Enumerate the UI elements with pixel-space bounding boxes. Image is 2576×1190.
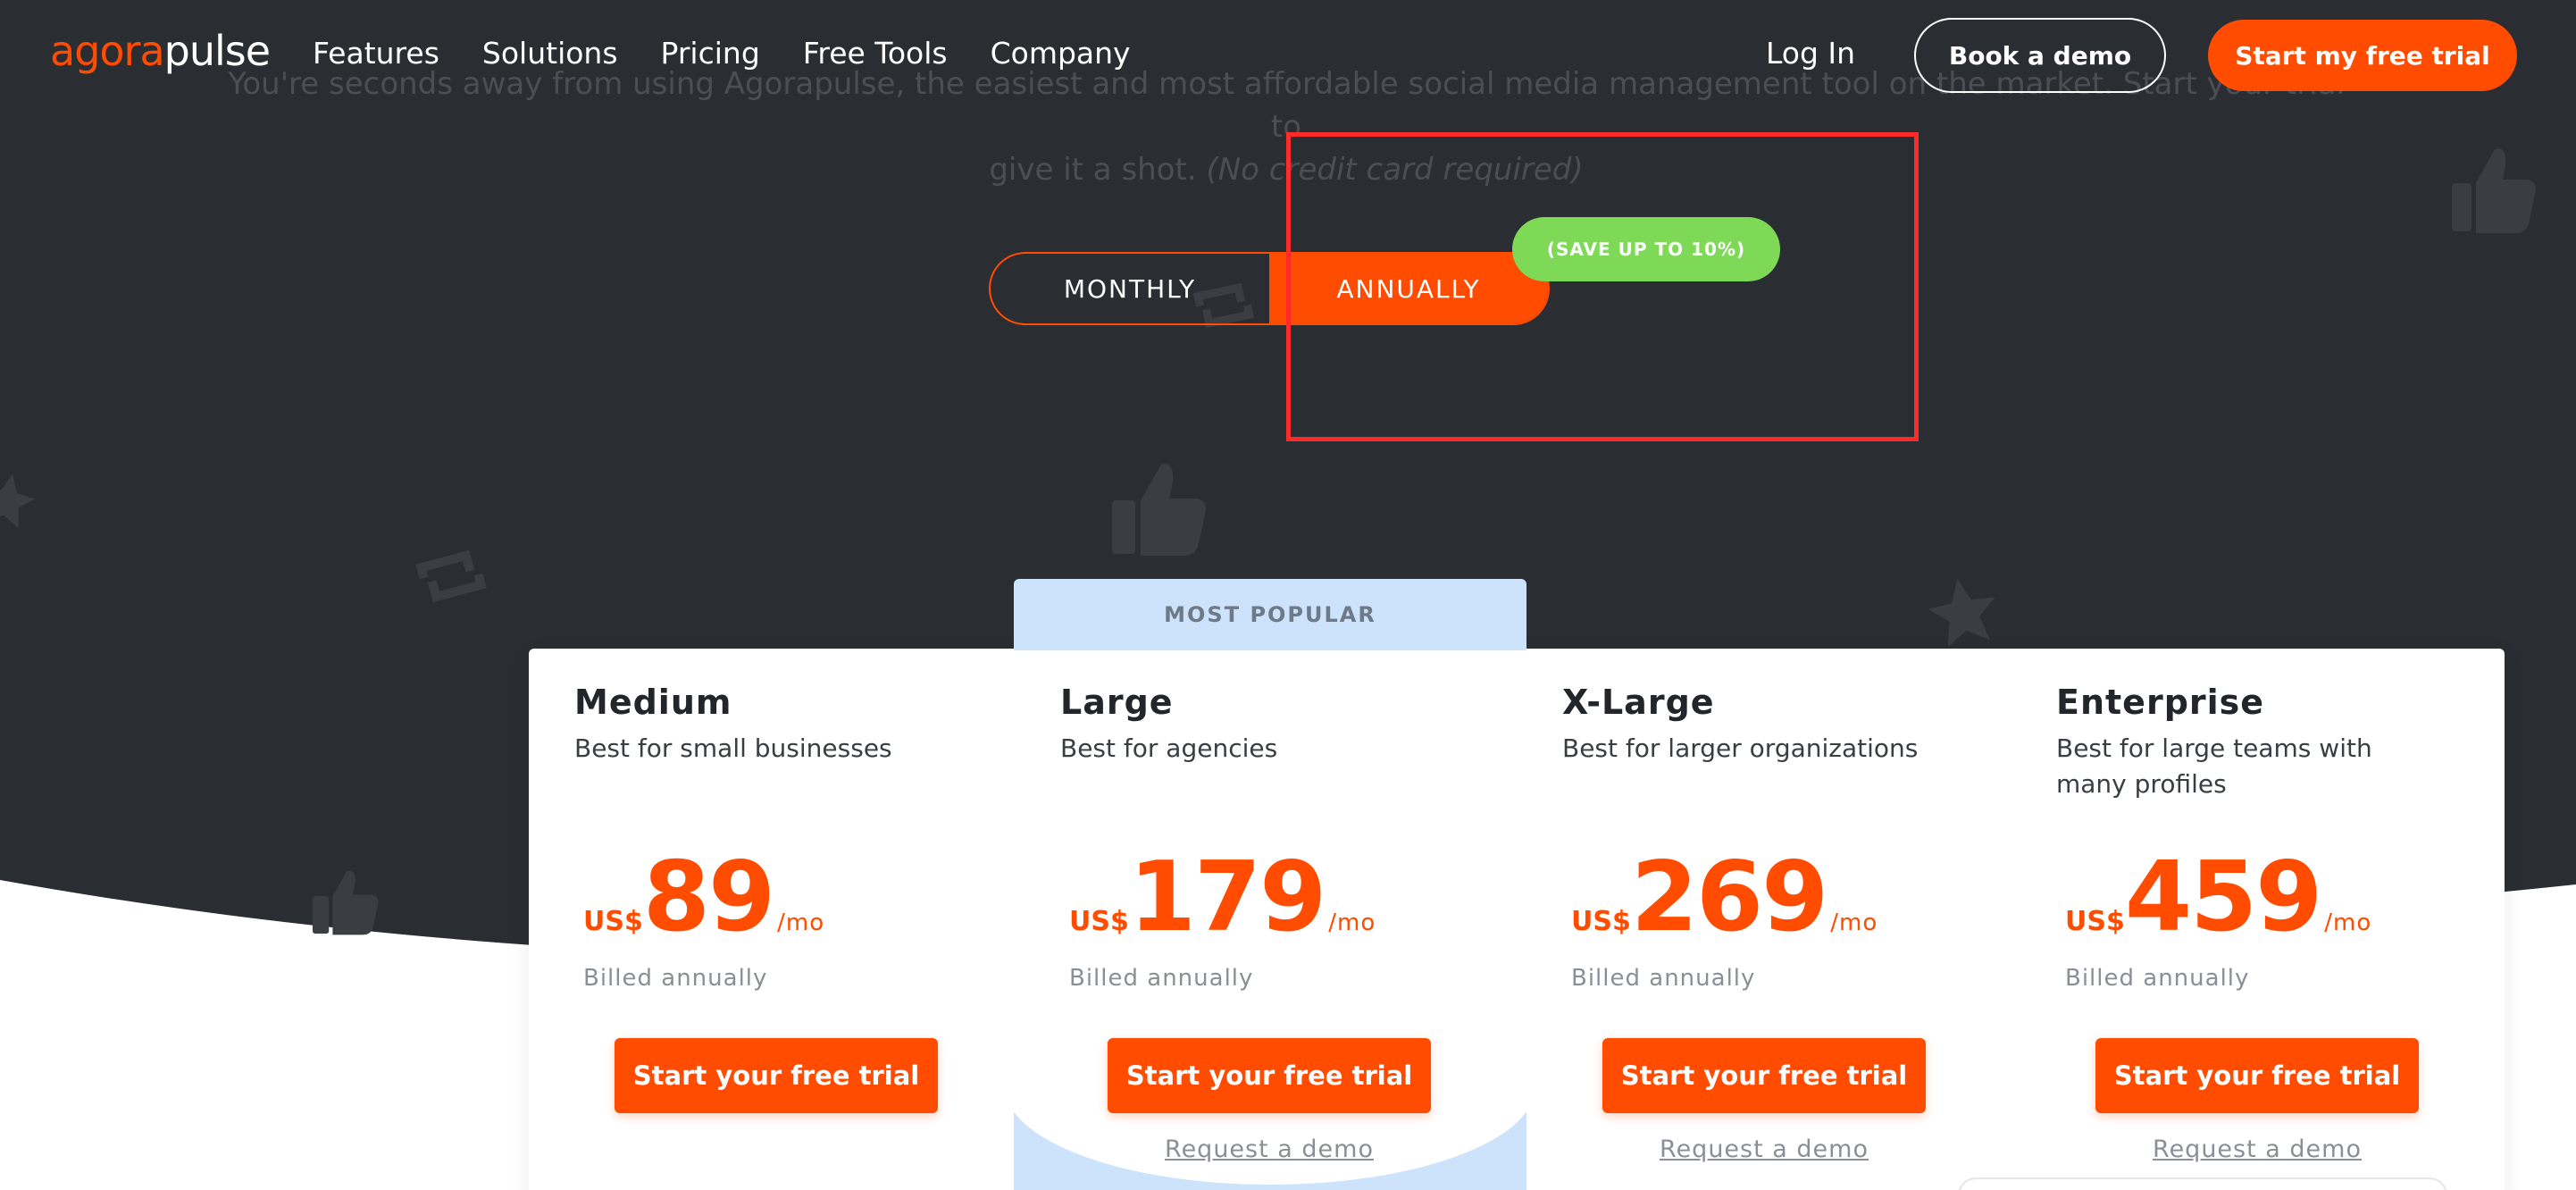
book-demo-button[interactable]: Book a demo [1914,18,2166,93]
nav-company[interactable]: Company [991,36,1131,71]
price-currency: US$ [1571,906,1631,937]
plan-name: Large [1060,683,1174,722]
plan-card-medium: Medium Best for small businesses US$ 89 … [529,649,1014,1190]
plan-card-large: Large Best for agencies US$ 179 /mo Bill… [1014,649,1526,1190]
plan-description: Best for agencies [1060,733,1278,763]
plan-card-x-large: X-Large Best for larger organizations US… [1526,649,2011,1190]
price-period: /mo [1328,909,1376,936]
plan-name: Medium [574,683,732,722]
nav-solutions[interactable]: Solutions [482,36,618,71]
price-amount: 179 [1128,842,1326,953]
agorapulse-logo[interactable]: agorapulse [50,27,271,75]
price-currency: US$ [2065,906,2125,937]
plan-name: X-Large [1562,683,1715,722]
nav-features[interactable]: Features [313,36,439,71]
start-free-trial-button[interactable]: Start your free trial [615,1038,938,1113]
start-free-trial-button[interactable]: Start your free trial [2095,1038,2419,1113]
plan-card-enterprise: Enterprise Best for large teams with man… [2011,649,2505,1190]
logo-pulse: pulse [163,27,271,75]
billing-note: Billed annually [583,965,768,992]
plan-price: US$ 89 /mo [583,850,824,946]
nav-pricing[interactable]: Pricing [661,36,760,71]
plan-price: US$ 459 /mo [2065,850,2371,946]
intro-line-2-text: give it a shot. [989,152,1197,188]
request-demo-link[interactable]: Request a demo [1602,1136,1926,1163]
plan-description: Best for small businesses [574,733,892,763]
plan-price: US$ 269 /mo [1571,850,1878,946]
toggle-monthly[interactable]: MONTHLY [991,254,1269,323]
start-free-trial-button[interactable]: Start your free trial [1108,1038,1431,1113]
price-period: /mo [777,909,825,936]
plan-description: Best for large teams with many profiles [2056,733,2372,799]
plan-price: US$ 179 /mo [1069,850,1376,946]
request-demo-link[interactable]: Request a demo [2095,1136,2419,1163]
price-period: /mo [1830,909,1878,936]
price-amount: 269 [1630,842,1828,953]
most-popular-badge: MOST POPULAR [1014,579,1526,650]
login-link[interactable]: Log In [1766,36,1855,71]
nav-free-tools[interactable]: Free Tools [803,36,948,71]
billing-note: Billed annually [2065,965,2250,992]
plan-name: Enterprise [2056,683,2265,722]
price-currency: US$ [583,906,643,937]
chat-widget[interactable] [1958,1177,2447,1190]
main-nav: Features Solutions Pricing Free Tools Co… [313,36,1131,71]
start-free-trial-button[interactable]: Start your free trial [1602,1038,1926,1113]
logo-agora: agora [50,27,165,75]
red-highlight-box [1286,132,1919,441]
billing-note: Billed annually [1069,965,1254,992]
request-demo-link[interactable]: Request a demo [1108,1136,1431,1163]
billing-note: Billed annually [1571,965,1756,992]
price-period: /mo [2324,909,2372,936]
plan-description: Best for larger organizations [1562,733,1919,763]
price-amount: 459 [2124,842,2322,953]
start-free-trial-button[interactable]: Start my free trial [2208,20,2517,91]
price-amount: 89 [642,842,775,953]
price-currency: US$ [1069,906,1129,937]
